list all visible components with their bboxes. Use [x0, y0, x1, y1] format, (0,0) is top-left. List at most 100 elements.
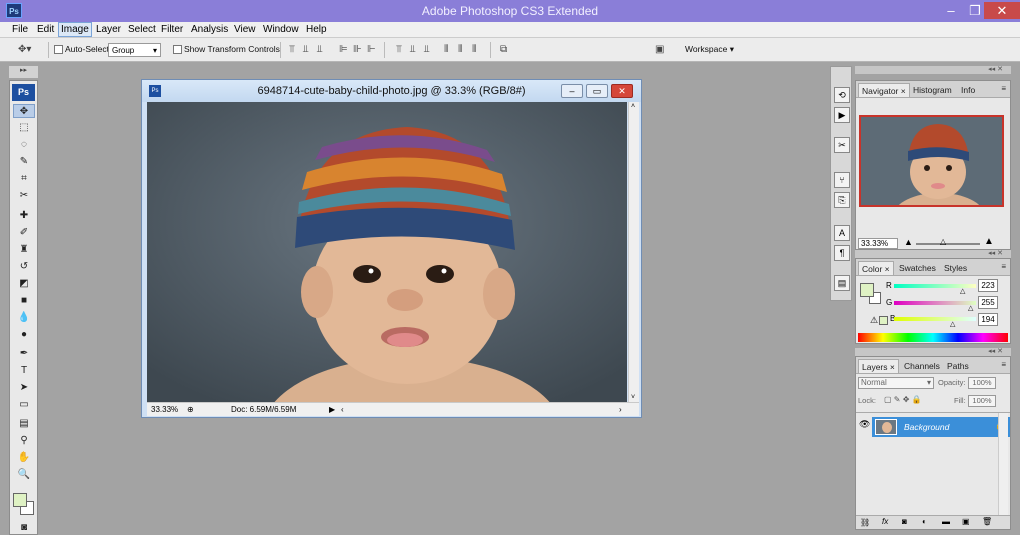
adjustment-layer-icon[interactable]: ◐ [922, 517, 927, 526]
rectangle-tool-icon[interactable]: ▭ [13, 398, 35, 412]
align-right-icon[interactable]: ⊩ [367, 44, 376, 55]
fill-field[interactable]: 100% [968, 395, 996, 407]
distribute-vcenter-icon[interactable]: ⫫ [410, 44, 416, 55]
scroll-down-icon[interactable]: ˅ [631, 394, 635, 401]
eyedropper-tool-icon[interactable]: ⚲ [13, 434, 35, 448]
layer-mask-icon[interactable]: ◙ [902, 517, 907, 526]
auto-select-checkbox[interactable] [54, 45, 63, 54]
dodge-tool-icon[interactable]: ● [13, 328, 35, 342]
zoom-out-icon[interactable]: ▲ [904, 237, 913, 247]
layer-visibility-eye-icon[interactable]: 👁 [859, 419, 870, 430]
layer-style-icon[interactable]: fx [882, 517, 888, 526]
zoom-in-icon[interactable]: ▲ [984, 236, 994, 247]
scroll-up-icon[interactable]: ˄ [631, 103, 635, 110]
panel-menu-icon[interactable]: ≡ [1001, 360, 1006, 369]
layers-scrollbar[interactable] [998, 413, 1008, 515]
tab-channels[interactable]: Channels [901, 359, 943, 373]
doc-maximize-button[interactable]: ▭ [586, 84, 608, 98]
show-transform-checkbox[interactable] [173, 45, 182, 54]
image-canvas[interactable] [147, 102, 627, 402]
layer-comps-icon[interactable]: ▤ [834, 275, 850, 291]
in-gamut-swatch[interactable] [879, 316, 888, 325]
blue-slider-thumb-icon[interactable]: △ [950, 320, 955, 328]
move-tool-preset-icon[interactable]: ✥▾ [18, 44, 31, 55]
distribute-right-icon[interactable]: ⦀ [472, 44, 476, 55]
lock-icons[interactable]: ▢ ✎ ✥ 🔒 [884, 395, 922, 404]
hscroll-left-icon[interactable]: ‹ [341, 405, 344, 414]
navigator-zoom-slider[interactable] [916, 243, 980, 245]
notes-tool-icon[interactable]: ▤ [13, 417, 35, 431]
menu-help[interactable]: Help [306, 24, 327, 35]
green-slider-thumb-icon[interactable]: △ [968, 304, 973, 312]
healing-brush-tool-icon[interactable]: ✚ [13, 209, 35, 223]
blue-value-field[interactable]: 194 [978, 313, 998, 326]
color-foreground-swatch[interactable] [860, 283, 874, 297]
doc-close-button[interactable]: ✕ [611, 84, 633, 98]
distribute-top-icon[interactable]: ⫪ [396, 44, 402, 55]
opacity-field[interactable]: 100% [968, 377, 996, 389]
status-menu-arrow-icon[interactable]: ▶ [329, 405, 335, 414]
panel-menu-icon[interactable]: ≡ [1001, 84, 1006, 93]
navigator-thumbnail[interactable] [859, 115, 1004, 207]
menu-view[interactable]: View [234, 24, 256, 35]
history-brush-tool-icon[interactable]: ↺ [13, 260, 35, 274]
workspace-button[interactable]: Workspace ▾ [685, 44, 734, 55]
actions-panel-icon[interactable]: ▶ [834, 107, 850, 123]
auto-align-icon[interactable]: ⧉ [500, 44, 507, 55]
red-value-field[interactable]: 223 [978, 279, 998, 292]
vertical-scrollbar[interactable]: ˄ ˅ [628, 102, 639, 402]
tab-styles[interactable]: Styles [941, 261, 970, 275]
blend-mode-dropdown[interactable]: Normal ▾ [858, 377, 934, 389]
paragraph-panel-icon[interactable]: ¶ [834, 245, 850, 261]
red-slider-thumb-icon[interactable]: △ [960, 287, 965, 295]
pen-tool-icon[interactable]: ✒ [13, 347, 35, 361]
color-panel-grip[interactable]: ◂◂ ✕ [855, 250, 1011, 258]
foreground-color-swatch[interactable] [13, 493, 27, 507]
quick-selection-tool-icon[interactable]: ✎ [13, 155, 35, 169]
delete-layer-icon[interactable]: 🗑 [982, 517, 992, 526]
type-tool-icon[interactable]: T [13, 364, 35, 378]
panel-menu-icon[interactable]: ≡ [1001, 262, 1006, 271]
menu-select[interactable]: Select [128, 24, 156, 35]
clone-source-icon[interactable]: ⎘ [834, 192, 850, 208]
link-layers-icon[interactable]: ⛓ [860, 518, 870, 527]
color-ramp[interactable] [858, 333, 1008, 342]
tab-info[interactable]: Info [958, 83, 978, 97]
tab-color[interactable]: Color × [858, 261, 894, 275]
clone-stamp-tool-icon[interactable]: ♜ [13, 243, 35, 257]
character-panel-icon[interactable]: A [834, 225, 850, 241]
marquee-tool-icon[interactable]: ⬚ [13, 121, 35, 135]
tool-presets-icon[interactable]: ✂ [834, 137, 850, 153]
menu-analysis[interactable]: Analysis [191, 24, 228, 35]
gamut-warning-icon[interactable]: ⚠ [870, 315, 878, 326]
tab-histogram[interactable]: Histogram [910, 83, 955, 97]
restore-button[interactable]: ❐ [964, 2, 986, 19]
zoom-slider-thumb-icon[interactable]: △ [940, 237, 946, 246]
tab-paths[interactable]: Paths [944, 359, 972, 373]
new-group-icon[interactable]: ▬ [942, 517, 950, 526]
document-title-bar[interactable]: Ps 6948714-cute-baby-child-photo.jpg @ 3… [142, 80, 641, 102]
move-tool-icon[interactable]: ✥ [13, 104, 35, 118]
doc-size-info[interactable]: Doc: 6.59M/6.59M [231, 405, 296, 414]
tab-navigator[interactable]: Navigator × [858, 83, 910, 97]
tab-layers[interactable]: Layers × [858, 359, 899, 373]
layers-panel-grip[interactable]: ◂◂ ✕ [855, 348, 1011, 356]
eraser-tool-icon[interactable]: ◩ [13, 277, 35, 291]
align-left-icon[interactable]: ⊫ [339, 44, 348, 55]
history-panel-icon[interactable]: ⟲ [834, 87, 850, 103]
menu-image[interactable]: Image [58, 22, 92, 37]
auto-select-dropdown[interactable]: Group ▾ [108, 43, 161, 57]
distribute-hcenter-icon[interactable]: ⦀ [458, 44, 462, 55]
menu-edit[interactable]: Edit [37, 24, 54, 35]
path-selection-tool-icon[interactable]: ➤ [13, 381, 35, 395]
distribute-left-icon[interactable]: ⦀ [444, 44, 448, 55]
bridge-icon[interactable]: ▣ [655, 44, 664, 55]
blur-tool-icon[interactable]: 💧 [13, 311, 35, 325]
panel-group-grip[interactable]: ◂◂ ✕ [855, 66, 1011, 74]
green-slider[interactable] [894, 301, 976, 305]
navigator-zoom-field[interactable]: 33.33% [858, 238, 898, 249]
zoom-level-field[interactable]: 33.33% [151, 405, 178, 414]
gradient-tool-icon[interactable]: ■ [13, 294, 35, 308]
slice-tool-icon[interactable]: ✂ [13, 189, 35, 203]
lasso-tool-icon[interactable]: ◌ [13, 138, 35, 152]
